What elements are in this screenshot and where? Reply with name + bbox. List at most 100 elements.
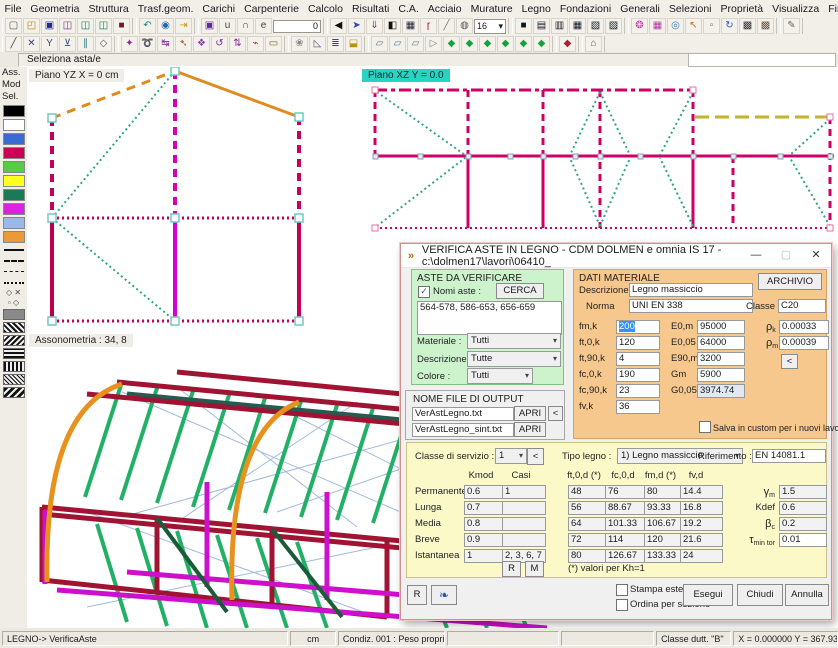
menu-fondazioni[interactable]: Fondazioni	[555, 2, 615, 16]
cell-breve-kmod[interactable]: 0.9	[464, 533, 504, 547]
edit-8-icon[interactable]: ⌁	[247, 36, 264, 52]
wire-cube-1-icon[interactable]: ▱	[371, 36, 388, 52]
minimize-icon[interactable]: —	[741, 244, 771, 267]
edit-9-icon[interactable]: ▭	[265, 36, 282, 52]
color-swatch-6[interactable]	[3, 189, 25, 201]
view-2-icon[interactable]: ▤	[533, 18, 550, 34]
materiale-select[interactable]: Tutti▾	[467, 333, 561, 349]
solid-cube-4-icon[interactable]: ◆	[497, 36, 514, 52]
viewport-yz[interactable]: Piano YZ X = 0 cm	[27, 67, 361, 333]
globe-icon[interactable]: ◍	[456, 18, 473, 34]
cell-lunga-casi[interactable]	[502, 501, 546, 515]
prop-fc90k-input[interactable]: 23	[616, 384, 660, 398]
edit-3-icon[interactable]: ↹	[157, 36, 174, 52]
archivio-button[interactable]: ARCHIVIO	[758, 273, 822, 290]
wire-cube-2-icon[interactable]: ▱	[389, 36, 406, 52]
norma-input[interactable]: UNI EN 338	[629, 299, 753, 313]
collapse-materiale-button[interactable]: <	[781, 354, 798, 369]
edit-1-icon[interactable]: ✦	[121, 36, 138, 52]
param-input-0[interactable]: 1.5	[779, 485, 827, 499]
linestyle-swatch-2[interactable]	[3, 267, 25, 276]
menu-legno[interactable]: Legno	[517, 2, 555, 16]
view-5-icon[interactable]: ▧	[587, 18, 604, 34]
prop-fc0k-input[interactable]: 190	[616, 368, 660, 382]
collapse-output-button[interactable]: <	[548, 406, 563, 421]
mesh-2-icon[interactable]: ▩	[757, 18, 774, 34]
prop-fvk-input[interactable]: 36	[616, 400, 660, 414]
cell-permanente-fvd[interactable]: 14.4	[680, 485, 723, 499]
rotate-icon[interactable]: ↻	[721, 18, 738, 34]
cell-breve-casi[interactable]	[502, 533, 546, 547]
view-3-icon[interactable]: ▥	[551, 18, 568, 34]
cell-media-casi[interactable]	[502, 517, 546, 531]
grid-icon[interactable]: ▦	[402, 18, 419, 34]
select-icon[interactable]: ➤	[348, 18, 365, 34]
down-arrow-icon[interactable]: ⇓	[366, 18, 383, 34]
color-swatch-2[interactable]	[3, 133, 25, 145]
color-swatch-5[interactable]	[3, 175, 25, 187]
cell-istantanea-kmod[interactable]: 1	[464, 549, 504, 563]
sidebar-mode-sel[interactable]: Sel.	[0, 91, 27, 103]
collapse-servizio-button[interactable]: <	[527, 448, 544, 465]
render-1-icon[interactable]: ❂	[631, 18, 648, 34]
edit-5-icon[interactable]: ❖	[193, 36, 210, 52]
view-1-icon[interactable]: ■	[515, 18, 532, 34]
cell-permanente-ft0d[interactable]: 48	[568, 485, 608, 499]
menu-propriet-[interactable]: Proprietà	[716, 2, 768, 16]
report-button[interactable]: R	[407, 585, 427, 605]
line-icon[interactable]: ╱	[5, 36, 22, 52]
sidebar-mode-ass[interactable]: Ass.	[0, 67, 27, 79]
prop-E90m-input[interactable]: 3200	[697, 352, 745, 366]
close-icon[interactable]: ✕	[801, 244, 831, 267]
parallel-icon[interactable]: ∥	[77, 36, 94, 52]
prop-E005-input[interactable]: 64000	[697, 336, 745, 350]
prop-ft0k-input[interactable]: 120	[616, 336, 660, 350]
edit-6-icon[interactable]: ↺	[211, 36, 228, 52]
save-icon[interactable]: ▣	[41, 18, 58, 34]
output-file2-input[interactable]: VerAstLegno_sint.txt	[412, 423, 514, 437]
param-input-1[interactable]: 0.6	[779, 501, 827, 515]
db-import-icon[interactable]: ◫	[59, 18, 76, 34]
cell-lunga-fmd[interactable]: 93.33	[644, 501, 683, 515]
triangle-icon[interactable]: ◺	[309, 36, 326, 52]
annotate-icon[interactable]: ✎	[783, 18, 800, 34]
redo-icon[interactable]: ⇥	[175, 18, 192, 34]
color-swatch-0[interactable]	[3, 105, 25, 117]
dialog-title-bar[interactable]: » VERIFICA ASTE IN LEGNO - CDM DOLMEN e …	[401, 244, 831, 268]
stampa-estesa-checkbox[interactable]	[616, 584, 628, 596]
cell-istantanea-fc0d[interactable]: 126.67	[605, 549, 647, 563]
cell-lunga-ft0d[interactable]: 56	[568, 501, 608, 515]
menu-calcolo[interactable]: Calcolo	[303, 2, 347, 16]
mesh-1-icon[interactable]: ▩	[739, 18, 756, 34]
prop-ft90k-input[interactable]: 4	[616, 352, 660, 366]
print-icon[interactable]: ❧	[431, 585, 457, 605]
descrizione-select[interactable]: Tutte▾	[467, 351, 561, 367]
new-file-icon[interactable]: ▢	[5, 18, 22, 34]
size-select[interactable]: 16▾	[474, 19, 506, 34]
lock-icon[interactable]: ⬓	[345, 36, 362, 52]
flag-icon[interactable]: ▷	[425, 36, 442, 52]
bw-view-icon[interactable]: ◧	[384, 18, 401, 34]
descrizione-materiale-input[interactable]: Legno massiccio	[629, 283, 753, 297]
structure-icon[interactable]: ⌂	[585, 36, 602, 52]
menu-selezioni[interactable]: Selezioni	[664, 2, 716, 16]
colore-select[interactable]: Tutti▾	[467, 368, 533, 384]
y-constraint-icon[interactable]: Y	[41, 36, 58, 52]
cell-breve-ft0d[interactable]: 72	[568, 533, 608, 547]
linestyle-swatch-0[interactable]	[3, 245, 25, 254]
sidebar-mode-mod[interactable]: Mod	[0, 79, 27, 91]
menu-murature[interactable]: Murature	[466, 2, 517, 16]
db-sync-icon[interactable]: ◫	[95, 18, 112, 34]
apri-file2-button[interactable]: APRI	[514, 422, 546, 437]
marker-swatch-1[interactable]: ▫ ◇	[8, 298, 19, 307]
cell-istantanea-ft0d[interactable]: 80	[568, 549, 608, 563]
wire-cube-3-icon[interactable]: ▱	[407, 36, 424, 52]
palette-icon[interactable]: ▣	[201, 18, 218, 34]
chiudi-button[interactable]: Chiudi	[737, 584, 783, 606]
open-icon[interactable]: ◰	[23, 18, 40, 34]
cell-permanente-kmod[interactable]: 0.6	[464, 485, 504, 499]
menu-carpenterie[interactable]: Carpenterie	[240, 2, 304, 16]
cell-media-fvd[interactable]: 19.2	[680, 517, 723, 531]
linestyle-swatch-1[interactable]	[3, 256, 25, 265]
prop-rho-k-input[interactable]: 0.00033	[779, 320, 829, 334]
